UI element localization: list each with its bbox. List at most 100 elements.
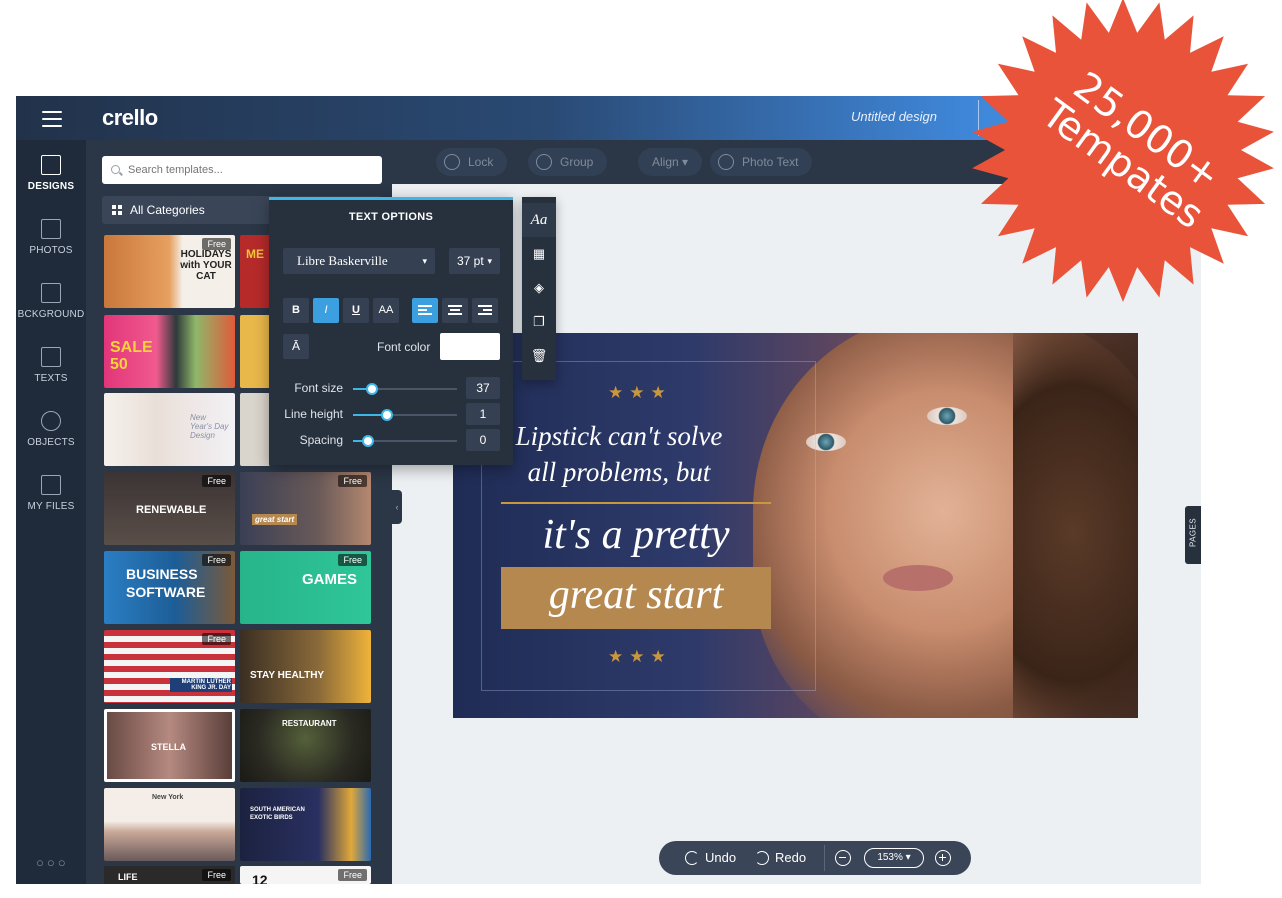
template-thumb[interactable]: Free LIFE (104, 866, 235, 884)
line-height-slider[interactable] (353, 409, 457, 421)
background-icon (41, 283, 61, 303)
quote-line-1[interactable]: Lipstick can't solve (469, 421, 769, 452)
template-thumb[interactable]: STELLA (104, 709, 235, 782)
spacing-knob[interactable] (361, 435, 374, 447)
font-size-dropdown[interactable]: 37 pt (449, 248, 500, 274)
align-left-button[interactable] (412, 298, 438, 323)
text-transform-button[interactable]: Ā (283, 334, 309, 359)
design-canvas[interactable]: ★★★ Lipstick can't solve all problems, b… (453, 333, 1138, 718)
free-badge: Free (338, 475, 367, 487)
template-thumb[interactable]: SOUTH AMERICAN EXOTIC BIRDS (240, 788, 371, 861)
rail-item-designs[interactable]: DESIGNS (16, 146, 86, 206)
free-badge: Free (202, 475, 231, 487)
rail-item-label: TEXTS (34, 373, 68, 384)
template-thumb[interactable] (240, 315, 270, 388)
text-options-panel: TEXT OPTIONS Libre Baskerville 37 pt B I… (269, 197, 513, 465)
rail-item-photos[interactable]: PHOTOS (16, 210, 86, 270)
font-size-knob[interactable] (365, 383, 378, 395)
undo-icon (685, 850, 699, 865)
template-thumb[interactable] (240, 393, 270, 466)
zoom-out-icon[interactable] (835, 850, 851, 866)
template-thumb[interactable]: New Year's Day Design (104, 393, 235, 466)
template-title: New Year's Day Design (190, 413, 229, 440)
line-height-value[interactable]: 1 (466, 403, 500, 425)
group-button[interactable]: Group (528, 148, 608, 176)
highlight-band: great start (501, 567, 771, 629)
bold-button[interactable]: B (283, 298, 309, 323)
quote-line-4[interactable]: great start (501, 571, 771, 619)
rail-item-objects[interactable]: OBJECTS (16, 402, 86, 462)
left-rail: DESIGNS PHOTOS BCKGROUND TEXTS OBJECTS M… (16, 140, 86, 884)
photo-text-button[interactable]: Photo Text (710, 148, 813, 176)
align-dropdown[interactable]: Align ▾ (638, 148, 703, 176)
template-thumb[interactable]: STAY HEALTHY (240, 630, 371, 703)
redo-icon (755, 850, 769, 865)
transparency-icon[interactable]: ▦ (522, 237, 556, 271)
rail-item-background[interactable]: BCKGROUND (16, 274, 86, 334)
template-thumb[interactable]: Free HOLIDAYS with YOUR CAT (104, 235, 235, 308)
menu-icon[interactable] (42, 111, 62, 127)
lock-button[interactable]: Lock (436, 148, 508, 176)
document-title[interactable]: Untitled design (851, 109, 937, 124)
redo-label: Redo (775, 850, 807, 865)
photos-icon (41, 219, 61, 239)
line-height-knob[interactable] (381, 409, 394, 421)
template-thumb[interactable]: RESTAURANT (240, 709, 371, 782)
template-thumb[interactable]: Free 12 (240, 866, 371, 884)
uppercase-button[interactable]: AA (373, 298, 399, 323)
template-title: LIFE (118, 872, 138, 882)
font-color-swatch[interactable] (440, 333, 500, 360)
zoom-dropdown[interactable]: 153% ▾ (864, 848, 924, 868)
underline-button[interactable]: U (343, 298, 369, 323)
quote-line-2[interactable]: all problems, but (469, 457, 769, 488)
rail-item-texts[interactable]: TEXTS (16, 338, 86, 398)
photo-text-label: Photo Text (742, 155, 799, 169)
align-center-button[interactable] (442, 298, 468, 323)
template-thumb[interactable]: Free MARTIN LUTHER KING JR. DAY (104, 630, 235, 703)
template-thumb[interactable]: Free GAMES (240, 551, 371, 624)
template-thumb[interactable]: Free BUSINESS SOFTWARE (104, 551, 235, 624)
element-side-toolbar: Aa ▦ ◈ ❐ 🗑 (522, 197, 556, 380)
template-title: MARTIN LUTHER KING JR. DAY (170, 678, 232, 692)
history-zoom-bar: Undo Redo 153% ▾ (659, 841, 971, 875)
spacing-value[interactable]: 0 (466, 429, 500, 451)
group-icon (536, 153, 552, 170)
template-thumb[interactable]: SALE 50 (104, 315, 235, 388)
undo-button[interactable]: Undo (685, 841, 736, 875)
template-title: STAY HEALTHY (250, 670, 325, 681)
search-templates-input[interactable] (102, 156, 382, 184)
duplicate-icon[interactable]: ❐ (522, 305, 556, 339)
font-color-label: Font color (377, 340, 431, 354)
text-style-icon[interactable]: Aa (522, 203, 556, 237)
template-thumb[interactable]: ME (240, 235, 270, 308)
template-thumb[interactable]: Free RENEWABLE (104, 472, 235, 545)
font-family-dropdown[interactable]: Libre Baskerville (283, 248, 435, 274)
font-size-value[interactable]: 37 (466, 377, 500, 399)
italic-button[interactable]: I (313, 298, 339, 323)
texts-icon (41, 347, 61, 367)
font-size-slider[interactable] (353, 383, 457, 395)
more-dots-icon[interactable]: ○○○ (36, 855, 69, 870)
layers-icon[interactable]: ◈ (522, 271, 556, 305)
rail-item-my-files[interactable]: MY FILES (16, 466, 86, 526)
spacing-slider[interactable] (353, 435, 457, 447)
template-thumb[interactable]: Free great start (240, 472, 371, 545)
template-title: GAMES (302, 571, 358, 588)
zoom-in-icon[interactable] (935, 850, 951, 866)
rail-item-label: PHOTOS (29, 245, 73, 256)
pages-tab[interactable]: PAGES (1185, 506, 1201, 564)
category-label: All Categories (130, 203, 205, 217)
font-size-label: Font size (294, 381, 343, 395)
group-label: Group (560, 155, 594, 169)
crello-logo[interactable]: crello (102, 105, 158, 131)
redo-button[interactable]: Redo (755, 841, 806, 875)
trash-icon[interactable]: 🗑 (522, 339, 556, 373)
rail-item-label: OBJECTS (27, 437, 75, 448)
quote-line-3[interactable]: it's a pretty (501, 511, 771, 559)
template-title: STELLA (151, 742, 186, 752)
collapse-panel-chevron-icon[interactable]: ‹ (392, 490, 402, 524)
lock-label: Lock (468, 155, 494, 169)
align-right-button[interactable] (472, 298, 498, 323)
template-thumb[interactable]: New York (104, 788, 235, 861)
grid-icon (112, 205, 122, 215)
